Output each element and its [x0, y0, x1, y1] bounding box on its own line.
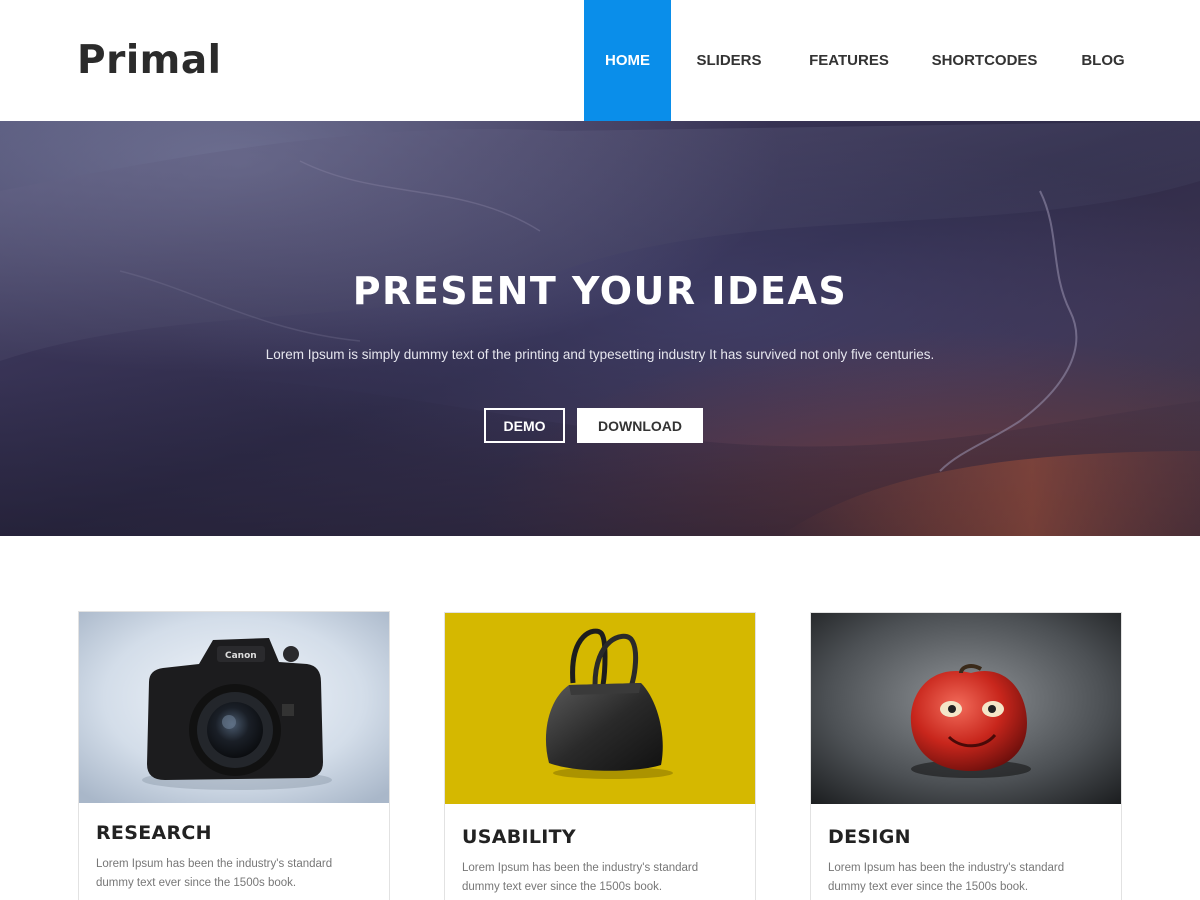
nav-item-home[interactable]: HOME — [584, 0, 671, 121]
demo-button[interactable]: DEMO — [484, 408, 565, 443]
camera-image: Canon — [79, 612, 389, 803]
site-header: Primal HOME SLIDERS FEATURES SHORTCODES … — [0, 0, 1200, 121]
nav-item-blog[interactable]: BLOG — [1058, 0, 1148, 121]
card-title: USABILITY — [462, 826, 576, 848]
card-text: Lorem Ipsum has been the industry's stan… — [828, 862, 1065, 893]
nav-item-shortcodes[interactable]: SHORTCODES — [911, 0, 1058, 121]
nav-item-sliders[interactable]: SLIDERS — [671, 0, 787, 121]
feature-card-design: DESIGN Lorem Ipsum has been the industry… — [810, 612, 1122, 900]
hero-description: Lorem Ipsum is simply dummy text of the … — [265, 347, 935, 362]
site-logo[interactable]: Primal — [77, 38, 222, 83]
card-text: Lorem Ipsum has been the industry's stan… — [96, 858, 333, 889]
handbag-image — [445, 613, 755, 804]
apple-face-image — [811, 613, 1121, 804]
feature-card-usability: USABILITY Lorem Ipsum has been the indus… — [444, 612, 756, 900]
card-text: Lorem Ipsum has been the industry's stan… — [462, 862, 699, 893]
card-title: DESIGN — [828, 826, 911, 848]
download-button[interactable]: DOWNLOAD — [577, 408, 703, 443]
card-title: RESEARCH — [96, 822, 212, 844]
mountain-background-image — [0, 121, 1200, 536]
hero-title: PRESENT YOUR IDEAS — [352, 269, 848, 313]
nav-item-features[interactable]: FEATURES — [787, 0, 911, 121]
feature-card-research: Canon RESEARCH Lorem Ipsum has been the … — [78, 611, 390, 900]
hero-banner: PRESENT YOUR IDEAS Lorem Ipsum is simply… — [0, 121, 1200, 536]
svg-text:Canon: Canon — [225, 651, 257, 661]
